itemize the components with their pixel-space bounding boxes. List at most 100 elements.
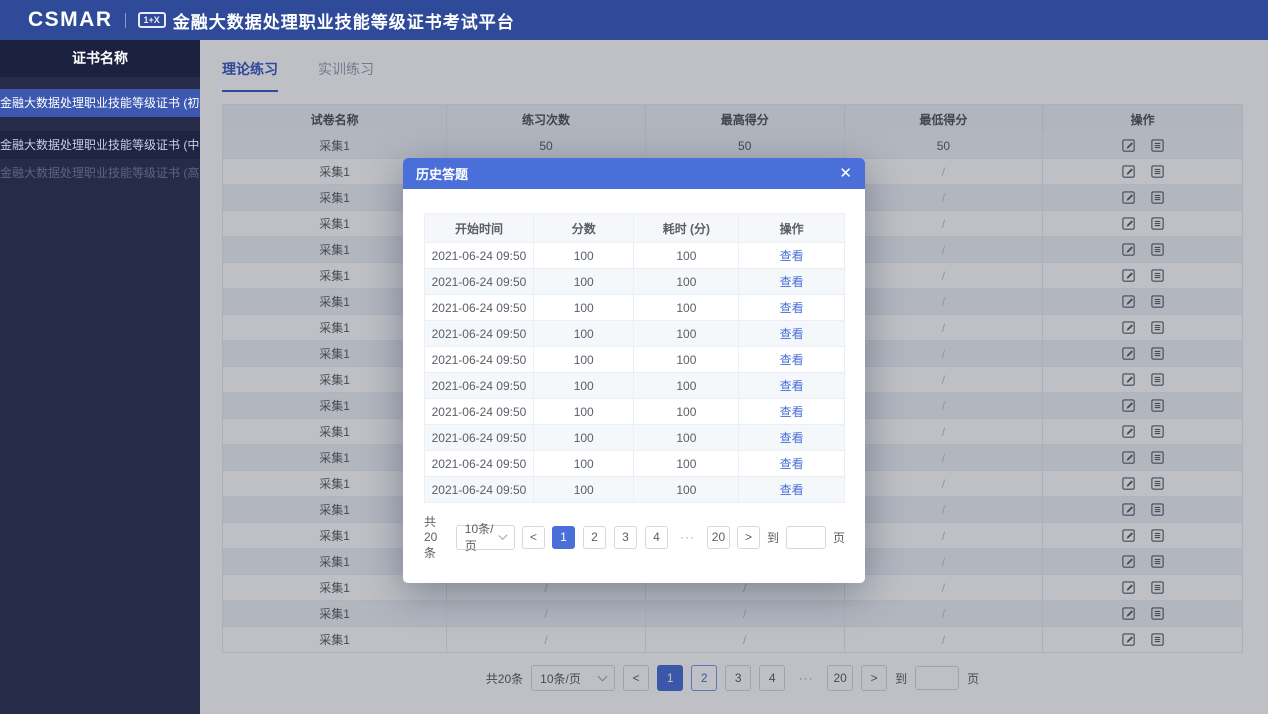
record-list-icon[interactable]	[1150, 398, 1165, 413]
record-list-icon[interactable]	[1150, 268, 1165, 283]
cell-action: 查看	[739, 425, 844, 450]
sidebar-item-certificate[interactable]: 金融大数据处理职业技能等级证书 (初级)	[0, 89, 200, 117]
page-number-button[interactable]: 4	[759, 665, 785, 691]
record-list-icon[interactable]	[1150, 606, 1165, 621]
page-number-button[interactable]: ···	[676, 526, 699, 549]
cell-score: 100	[534, 373, 635, 398]
edit-icon[interactable]	[1121, 346, 1136, 361]
modal-title: 历史答题	[416, 164, 468, 183]
cell-actions	[1043, 263, 1242, 288]
record-list-icon[interactable]	[1150, 554, 1165, 569]
page-number-button[interactable]: 3	[725, 665, 751, 691]
view-link[interactable]: 查看	[780, 351, 804, 368]
edit-icon[interactable]	[1121, 476, 1136, 491]
record-list-icon[interactable]	[1150, 372, 1165, 387]
view-link[interactable]: 查看	[780, 325, 804, 342]
record-list-icon[interactable]	[1150, 450, 1165, 465]
record-list-icon[interactable]	[1150, 346, 1165, 361]
edit-icon[interactable]	[1121, 216, 1136, 231]
edit-icon[interactable]	[1121, 606, 1136, 621]
view-link[interactable]: 查看	[780, 481, 804, 498]
edit-icon[interactable]	[1121, 450, 1136, 465]
edit-icon[interactable]	[1121, 164, 1136, 179]
page-number-button[interactable]: 2	[691, 665, 717, 691]
cell-action: 查看	[739, 373, 844, 398]
view-link[interactable]: 查看	[780, 429, 804, 446]
page-number-button[interactable]: 20	[827, 665, 853, 691]
cell-actions	[1043, 289, 1242, 314]
view-link[interactable]: 查看	[780, 377, 804, 394]
edit-icon[interactable]	[1121, 320, 1136, 335]
history-row: 2021-06-24 09:50 100 100 查看	[425, 424, 844, 450]
record-list-icon[interactable]	[1150, 242, 1165, 257]
page-number-button[interactable]: 3	[614, 526, 637, 549]
view-link[interactable]: 查看	[780, 299, 804, 316]
record-list-icon[interactable]	[1150, 190, 1165, 205]
cell-max-score: 50	[646, 133, 845, 158]
prev-page-button[interactable]: <	[623, 665, 649, 691]
cell-min-score: /	[845, 497, 1044, 522]
page-number-button[interactable]: ···	[793, 665, 819, 691]
edit-icon[interactable]	[1121, 294, 1136, 309]
cell-min-score: /	[845, 367, 1044, 392]
edit-icon[interactable]	[1121, 190, 1136, 205]
edit-icon[interactable]	[1121, 554, 1136, 569]
edit-icon[interactable]	[1121, 424, 1136, 439]
page-number-button[interactable]: 4	[645, 526, 668, 549]
record-list-icon[interactable]	[1150, 580, 1165, 595]
cell-start-time: 2021-06-24 09:50	[425, 425, 534, 450]
chevron-down-icon	[598, 671, 608, 681]
cell-actions	[1043, 523, 1242, 548]
modal-next-page-button[interactable]: >	[737, 526, 760, 549]
record-list-icon[interactable]	[1150, 424, 1165, 439]
next-page-button[interactable]: >	[861, 665, 887, 691]
tab[interactable]: 实训练习	[318, 59, 374, 92]
record-list-icon[interactable]	[1150, 164, 1165, 179]
practice-table-header: 试卷名称练习次数最高得分最低得分操作	[223, 105, 1242, 133]
edit-icon[interactable]	[1121, 528, 1136, 543]
history-modal: 历史答题 ✕ 开始时间分数耗时 (分)操作 2021-06-24 09:50 1…	[403, 158, 865, 583]
page-number-button[interactable]: 1	[657, 665, 683, 691]
page-number-button[interactable]: 2	[583, 526, 606, 549]
edit-icon[interactable]	[1121, 632, 1136, 647]
view-link[interactable]: 查看	[780, 403, 804, 420]
modal-goto-page-input[interactable]	[786, 526, 826, 549]
cell-actions	[1043, 211, 1242, 236]
edit-icon[interactable]	[1121, 372, 1136, 387]
record-list-icon[interactable]	[1150, 632, 1165, 647]
record-list-icon[interactable]	[1150, 502, 1165, 517]
page-number-button[interactable]: 1	[552, 526, 575, 549]
view-link[interactable]: 查看	[780, 247, 804, 264]
sidebar-item-certificate[interactable]: 金融大数据处理职业技能等级证书 (高级)	[0, 159, 200, 187]
edit-icon[interactable]	[1121, 580, 1136, 595]
page-number-button[interactable]: 20	[707, 526, 730, 549]
modal-page-size-select[interactable]: 10条/页	[456, 525, 515, 550]
view-link[interactable]: 查看	[780, 455, 804, 472]
cell-action: 查看	[739, 269, 844, 294]
cell-min-score: /	[845, 185, 1044, 210]
cell-max-score: /	[646, 627, 845, 652]
record-list-icon[interactable]	[1150, 138, 1165, 153]
header-divider	[125, 13, 126, 28]
sidebar-item-certificate[interactable]: 金融大数据处理职业技能等级证书 (中级)	[0, 131, 200, 159]
edit-icon[interactable]	[1121, 268, 1136, 283]
record-list-icon[interactable]	[1150, 294, 1165, 309]
edit-icon[interactable]	[1121, 502, 1136, 517]
modal-prev-page-button[interactable]: <	[522, 526, 545, 549]
page-size-select[interactable]: 10条/页	[531, 665, 615, 691]
cell-start-time: 2021-06-24 09:50	[425, 243, 534, 268]
goto-page-input[interactable]	[915, 666, 959, 690]
view-link[interactable]: 查看	[780, 273, 804, 290]
record-list-icon[interactable]	[1150, 528, 1165, 543]
tab[interactable]: 理论练习	[222, 59, 278, 92]
edit-icon[interactable]	[1121, 138, 1136, 153]
close-icon[interactable]: ✕	[839, 166, 852, 181]
record-list-icon[interactable]	[1150, 476, 1165, 491]
edit-icon[interactable]	[1121, 242, 1136, 257]
cell-actions	[1043, 471, 1242, 496]
record-list-icon[interactable]	[1150, 216, 1165, 231]
record-list-icon[interactable]	[1150, 320, 1165, 335]
cell-actions	[1043, 315, 1242, 340]
cell-start-time: 2021-06-24 09:50	[425, 347, 534, 372]
edit-icon[interactable]	[1121, 398, 1136, 413]
